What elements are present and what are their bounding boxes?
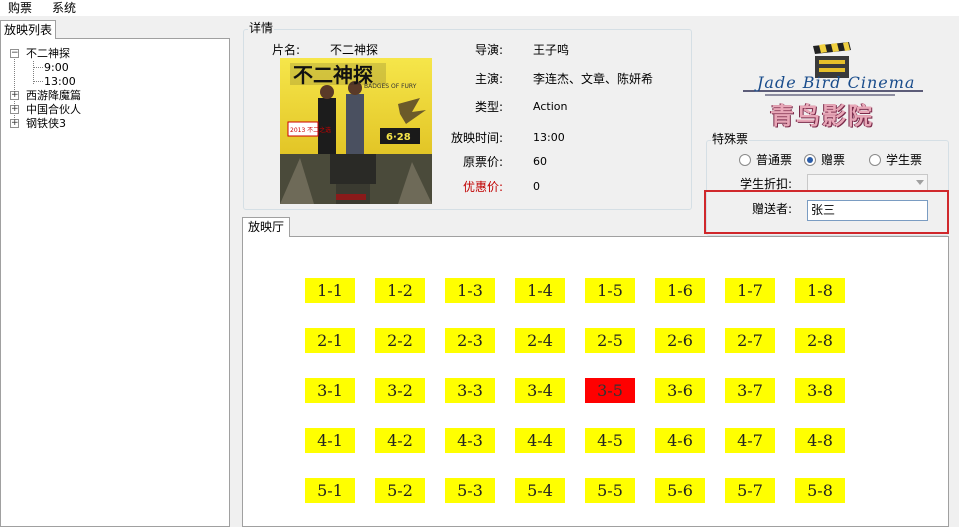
seat-5-8[interactable]: 5-8 bbox=[795, 478, 845, 503]
showtime-value: 13:00 bbox=[533, 131, 565, 144]
cinema-logo: Jade Bird Cinema 青鸟影院 bbox=[735, 40, 930, 130]
poster-subtitle: BADGES OF FURY bbox=[364, 83, 417, 90]
screening-tree: − 不二神探 9:00 13:00 + 西游降魔篇 + 中国合伙人 + 钢铁侠3 bbox=[0, 38, 230, 527]
seat-1-7[interactable]: 1-7 bbox=[725, 278, 775, 303]
menu-system[interactable]: 系统 bbox=[52, 0, 76, 16]
poster-promo: 2013 不二之选 bbox=[290, 126, 331, 134]
tree-expand-toggle[interactable]: + bbox=[10, 91, 19, 100]
tree-movie-3[interactable]: 中国合伙人 bbox=[26, 103, 81, 116]
poster-date: 6·28 bbox=[386, 132, 411, 143]
seat-5-3[interactable]: 5-3 bbox=[445, 478, 495, 503]
seat-4-6[interactable]: 4-6 bbox=[655, 428, 705, 453]
seat-1-2[interactable]: 1-2 bbox=[375, 278, 425, 303]
seat-3-3[interactable]: 3-3 bbox=[445, 378, 495, 403]
radio-regular[interactable] bbox=[739, 154, 751, 166]
seat-2-1[interactable]: 2-1 bbox=[305, 328, 355, 353]
seat-3-6[interactable]: 3-6 bbox=[655, 378, 705, 403]
student-discount-label: 学生折扣: bbox=[739, 177, 792, 191]
special-ticket-title: 特殊票 bbox=[711, 132, 750, 146]
director-value: 王子鸣 bbox=[533, 43, 570, 57]
seat-4-1[interactable]: 4-1 bbox=[305, 428, 355, 453]
seat-2-7[interactable]: 2-7 bbox=[725, 328, 775, 353]
type-label: 类型: bbox=[474, 100, 503, 114]
seat-5-5[interactable]: 5-5 bbox=[585, 478, 635, 503]
type-value: Action bbox=[533, 100, 568, 113]
seat-2-8[interactable]: 2-8 bbox=[795, 328, 845, 353]
seat-4-2[interactable]: 4-2 bbox=[375, 428, 425, 453]
tree-branch bbox=[33, 81, 43, 82]
seat-1-8[interactable]: 1-8 bbox=[795, 278, 845, 303]
seat-3-4[interactable]: 3-4 bbox=[515, 378, 565, 403]
poster-headline: 不二神探 bbox=[293, 63, 373, 87]
seat-1-4[interactable]: 1-4 bbox=[515, 278, 565, 303]
seat-4-4[interactable]: 4-4 bbox=[515, 428, 565, 453]
seat-4-3[interactable]: 4-3 bbox=[445, 428, 495, 453]
logo-english: Jade Bird Cinema bbox=[757, 73, 916, 92]
seat-3-2[interactable]: 3-2 bbox=[375, 378, 425, 403]
showtime-label: 放映时间: bbox=[450, 131, 503, 145]
tree-movie-2[interactable]: 西游降魔篇 bbox=[26, 89, 81, 102]
seat-5-4[interactable]: 5-4 bbox=[515, 478, 565, 503]
seat-2-5[interactable]: 2-5 bbox=[585, 328, 635, 353]
discount-price-value: 0 bbox=[533, 180, 540, 193]
tree-expand-toggle[interactable]: + bbox=[10, 119, 19, 128]
movie-title-value: 不二神探 bbox=[330, 43, 379, 57]
tree-movie-4[interactable]: 钢铁侠3 bbox=[26, 117, 66, 130]
details-group-title: 详情 bbox=[248, 21, 275, 35]
tree-time-2[interactable]: 13:00 bbox=[44, 75, 76, 88]
tab-hall[interactable]: 放映厅 bbox=[242, 217, 291, 237]
seat-4-8[interactable]: 4-8 bbox=[795, 428, 845, 453]
radio-regular-label[interactable]: 普通票 bbox=[756, 153, 792, 167]
seat-2-3[interactable]: 2-3 bbox=[445, 328, 495, 353]
tree-time-1[interactable]: 9:00 bbox=[44, 61, 69, 74]
chevron-down-icon bbox=[916, 180, 924, 185]
radio-gift-label[interactable]: 赠票 bbox=[821, 153, 845, 167]
seat-1-3[interactable]: 1-3 bbox=[445, 278, 495, 303]
seat-4-7[interactable]: 4-7 bbox=[725, 428, 775, 453]
movie-title-label: 片名: bbox=[271, 43, 300, 57]
movie-poster: 不二神探 BADGES OF FURY 2013 不二之选 6·28 bbox=[280, 58, 432, 204]
seat-5-2[interactable]: 5-2 bbox=[375, 478, 425, 503]
tab-screening-list[interactable]: 放映列表 bbox=[0, 20, 57, 39]
menu-bar: 购票 系统 bbox=[0, 0, 959, 16]
tree-branch bbox=[33, 67, 43, 68]
seat-5-7[interactable]: 5-7 bbox=[725, 478, 775, 503]
seat-1-5[interactable]: 1-5 bbox=[585, 278, 635, 303]
radio-gift[interactable] bbox=[804, 154, 816, 166]
seat-4-5[interactable]: 4-5 bbox=[585, 428, 635, 453]
seat-3-8[interactable]: 3-8 bbox=[795, 378, 845, 403]
original-price-value: 60 bbox=[533, 155, 547, 168]
seat-3-5[interactable]: 3-5 bbox=[585, 378, 635, 403]
tree-expand-toggle[interactable]: + bbox=[10, 105, 19, 114]
tree-movie-1[interactable]: 不二神探 bbox=[26, 47, 70, 60]
seat-2-2[interactable]: 2-2 bbox=[375, 328, 425, 353]
radio-student[interactable] bbox=[869, 154, 881, 166]
seat-2-6[interactable]: 2-6 bbox=[655, 328, 705, 353]
seat-3-1[interactable]: 3-1 bbox=[305, 378, 355, 403]
giver-input[interactable]: 张三 bbox=[807, 200, 928, 221]
seat-1-6[interactable]: 1-6 bbox=[655, 278, 705, 303]
actors-label: 主演: bbox=[474, 72, 503, 86]
tree-collapse-toggle[interactable]: − bbox=[10, 49, 19, 58]
discount-price-label: 优惠价: bbox=[462, 180, 503, 194]
director-label: 导演: bbox=[474, 43, 503, 57]
poster-image: 不二神探 BADGES OF FURY 2013 不二之选 6·28 bbox=[280, 58, 432, 204]
original-price-label: 原票价: bbox=[462, 155, 503, 169]
radio-student-label[interactable]: 学生票 bbox=[886, 153, 922, 167]
seat-2-4[interactable]: 2-4 bbox=[515, 328, 565, 353]
seat-1-1[interactable]: 1-1 bbox=[305, 278, 355, 303]
seat-3-7[interactable]: 3-7 bbox=[725, 378, 775, 403]
giver-label: 赠送者: bbox=[751, 202, 792, 216]
actors-value: 李连杰、文章、陈妍希 bbox=[533, 72, 654, 86]
logo-chinese: 青鸟影院 bbox=[770, 102, 874, 130]
menu-buy[interactable]: 购票 bbox=[8, 0, 32, 16]
seat-5-1[interactable]: 5-1 bbox=[305, 478, 355, 503]
seat-5-6[interactable]: 5-6 bbox=[655, 478, 705, 503]
